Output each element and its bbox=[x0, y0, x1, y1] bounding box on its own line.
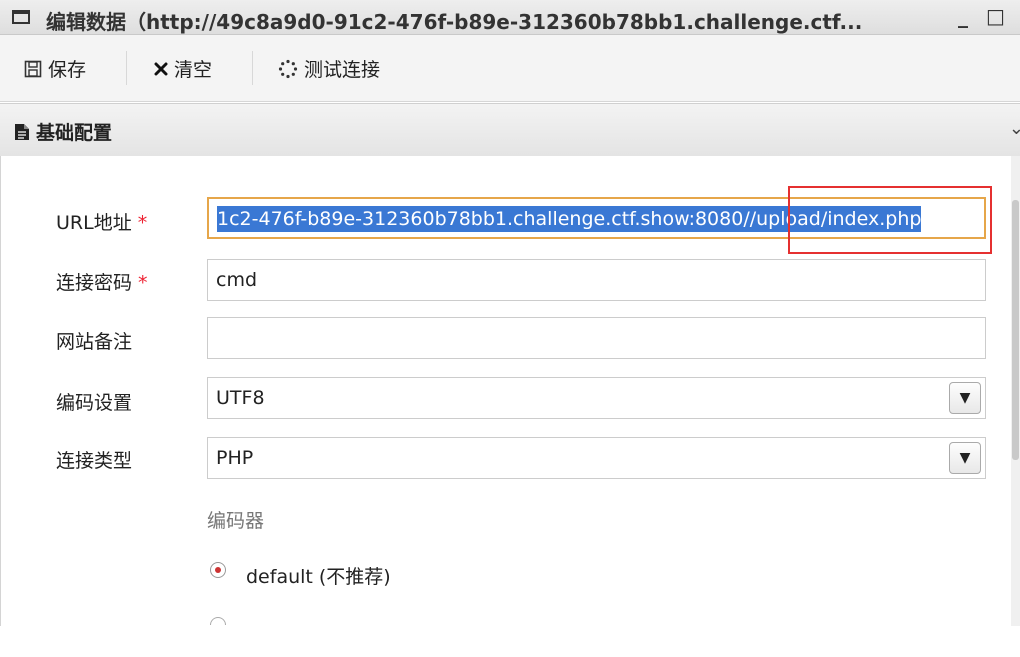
note-label: 网站备注 bbox=[56, 331, 133, 353]
clear-button[interactable]: 清空 bbox=[154, 55, 212, 82]
highlight-annotation bbox=[788, 186, 992, 254]
test-connection-label: 测试连接 bbox=[304, 59, 381, 81]
basic-config-header[interactable]: 基础配置 ⌄ bbox=[0, 103, 1020, 157]
section-title-wrap: 基础配置 bbox=[14, 118, 112, 145]
password-input[interactable]: cmd bbox=[207, 259, 986, 301]
toolbar-divider bbox=[126, 51, 127, 85]
toolbar-divider bbox=[252, 51, 253, 85]
chevron-down-icon[interactable]: ▼ bbox=[949, 382, 981, 414]
window-icon bbox=[12, 10, 30, 24]
toolbar: 保存 清空 测试连接 bbox=[0, 35, 1020, 102]
encoder-label: 编码器 bbox=[207, 510, 265, 532]
chevron-down-icon[interactable]: ▼ bbox=[949, 442, 981, 474]
url-label: URL地址 * bbox=[56, 208, 147, 235]
scrollbar-thumb[interactable] bbox=[1012, 200, 1019, 460]
document-icon bbox=[15, 123, 29, 140]
section-title: 基础配置 bbox=[36, 122, 113, 144]
url-label-text: URL地址 bbox=[56, 212, 132, 234]
type-select-value: PHP bbox=[216, 447, 254, 469]
type-select[interactable]: PHP ▼ bbox=[207, 437, 986, 479]
minimize-button[interactable]: _ bbox=[958, 4, 968, 28]
clear-button-label: 清空 bbox=[174, 59, 213, 81]
save-button-label: 保存 bbox=[48, 59, 87, 81]
encoder-option-default-label[interactable]: default (不推荐) bbox=[246, 562, 391, 589]
spinner-icon bbox=[278, 59, 298, 78]
note-input[interactable] bbox=[207, 317, 986, 359]
password-label: 连接密码 * bbox=[56, 268, 148, 295]
maximize-button[interactable]: □ bbox=[986, 4, 1005, 28]
required-mark: * bbox=[138, 272, 148, 294]
chevron-down-icon[interactable]: ⌄ bbox=[1009, 118, 1020, 139]
close-icon bbox=[154, 62, 168, 75]
password-input-value: cmd bbox=[216, 269, 258, 291]
title-bar: 编辑数据（http://49c8a9d0-91c2-476f-b89e-3123… bbox=[0, 0, 1020, 35]
required-mark: * bbox=[137, 212, 148, 234]
encoding-select-value: UTF8 bbox=[216, 387, 265, 409]
encoding-label: 编码设置 bbox=[56, 392, 133, 414]
encoding-select[interactable]: UTF8 ▼ bbox=[207, 377, 986, 419]
window-title: 编辑数据（http://49c8a9d0-91c2-476f-b89e-3123… bbox=[46, 10, 863, 34]
encoder-radio-default[interactable] bbox=[210, 562, 226, 578]
password-label-text: 连接密码 bbox=[56, 272, 133, 294]
type-label: 连接类型 bbox=[56, 450, 133, 472]
test-connection-button[interactable]: 测试连接 bbox=[278, 55, 380, 82]
save-button[interactable]: 保存 bbox=[24, 55, 86, 82]
save-icon bbox=[24, 60, 42, 77]
